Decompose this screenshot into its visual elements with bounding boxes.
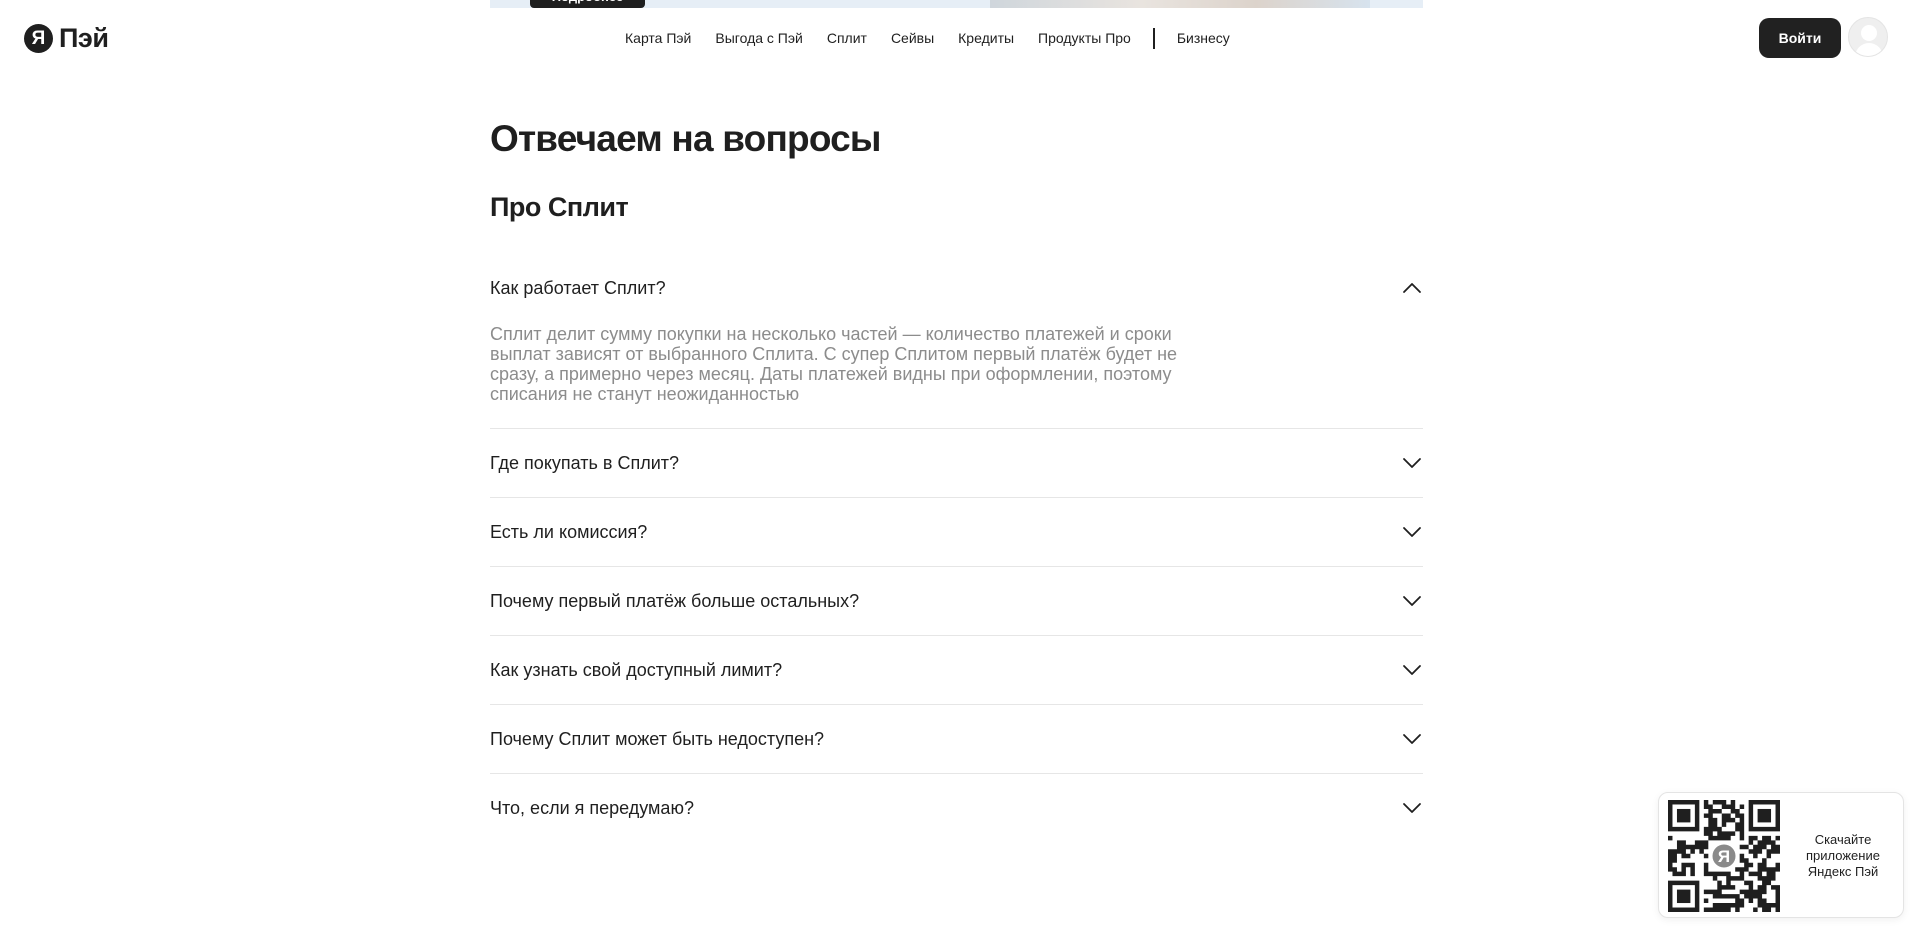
- chevron-down-icon[interactable]: [1401, 797, 1423, 819]
- faq-question: Почему первый платёж больше остальных?: [490, 590, 860, 611]
- faq-question: Почему Сплит может быть недоступен?: [490, 728, 825, 749]
- chevron-down-icon[interactable]: [1401, 521, 1423, 543]
- qr-code-icon: Я: [1668, 800, 1780, 912]
- nav-item-benefits[interactable]: Выгода с Пэй: [715, 30, 802, 46]
- logo-text: Пэй: [59, 23, 109, 53]
- faq-item: Есть ли комиссия?: [490, 498, 1423, 567]
- avatar[interactable]: [1848, 17, 1888, 57]
- faq-question-toggle[interactable]: Почему первый платёж больше остальных?: [490, 567, 1423, 635]
- chevron-down-icon[interactable]: [1401, 728, 1423, 750]
- section-title: Про Сплит: [490, 192, 629, 222]
- app-download-widget[interactable]: Я Скачайте приложение Яндекс Пэй: [1658, 792, 1904, 918]
- faq-item: Почему Сплит может быть недоступен?: [490, 705, 1423, 774]
- faq-item: Как узнать свой доступный лимит?: [490, 636, 1423, 705]
- faq-question-toggle[interactable]: Почему Сплит может быть недоступен?: [490, 705, 1423, 773]
- chevron-down-icon[interactable]: [1401, 590, 1423, 612]
- faq-item: Почему первый платёж больше остальных?: [490, 567, 1423, 636]
- faq-question: Есть ли комиссия?: [490, 521, 648, 542]
- faq-question-toggle[interactable]: Как работает Сплит?: [490, 258, 1423, 318]
- faq-item: Что, если я передумаю?: [490, 774, 1423, 842]
- faq-question-toggle[interactable]: Есть ли комиссия?: [490, 498, 1423, 566]
- faq-question: Где покупать в Сплит?: [490, 452, 679, 473]
- faq-answer: Сплит делит сумму покупки на несколько ч…: [490, 324, 1178, 404]
- chevron-up-icon[interactable]: [1401, 277, 1423, 299]
- logo-mark: Я: [24, 24, 53, 53]
- nav-item-pro-products[interactable]: Продукты Про: [1038, 30, 1131, 46]
- faq-question-toggle[interactable]: Где покупать в Сплит?: [490, 429, 1423, 497]
- nav-divider: [1152, 27, 1155, 49]
- login-button[interactable]: Войти: [1759, 18, 1841, 58]
- promo-banner: Подробнее: [490, 0, 1423, 8]
- banner-more-button[interactable]: Подробнее: [530, 0, 645, 8]
- faq-question: Как узнать свой доступный лимит?: [490, 659, 783, 680]
- nav-item-saves[interactable]: Сейвы: [891, 30, 934, 46]
- app-download-text: Скачайте приложение Яндекс Пэй: [1806, 832, 1880, 879]
- chevron-down-icon[interactable]: [1401, 452, 1423, 474]
- nav-item-business[interactable]: Бизнесу: [1177, 30, 1230, 46]
- main-nav: Карта Пэй Выгода с Пэй Сплит Сейвы Креди…: [625, 26, 1230, 50]
- faq-question: Что, если я передумаю?: [490, 797, 694, 818]
- nav-item-split[interactable]: Сплит: [827, 30, 867, 46]
- nav-item-credits[interactable]: Кредиты: [958, 30, 1014, 46]
- faq-item: Как работает Сплит? Сплит делит сумму по…: [490, 258, 1423, 429]
- page-title: Отвечаем на вопросы: [490, 118, 882, 159]
- avatar-body: [1855, 43, 1883, 56]
- faq-list: Как работает Сплит? Сплит делит сумму по…: [490, 258, 1423, 842]
- logo[interactable]: Я Пэй: [24, 23, 109, 54]
- faq-item: Где покупать в Сплит?: [490, 429, 1423, 498]
- banner-image: [990, 0, 1370, 8]
- faq-question-toggle[interactable]: Как узнать свой доступный лимит?: [490, 636, 1423, 704]
- avatar-head: [1861, 25, 1877, 41]
- faq-question-toggle[interactable]: Что, если я передумаю?: [490, 774, 1423, 842]
- faq-question: Как работает Сплит?: [490, 277, 666, 298]
- qr-center-mark: Я: [1718, 847, 1730, 866]
- nav-item-card[interactable]: Карта Пэй: [625, 30, 691, 46]
- chevron-down-icon[interactable]: [1401, 659, 1423, 681]
